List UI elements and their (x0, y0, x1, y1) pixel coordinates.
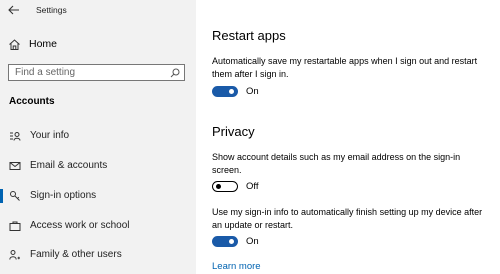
sidebar-item-label: Email & accounts (30, 160, 108, 171)
search-icon[interactable] (170, 68, 180, 78)
restart-apps-heading: Restart apps (212, 28, 286, 43)
learn-more-link[interactable]: Learn more (212, 261, 261, 272)
sidebar-item-label: Family & other users (30, 249, 122, 260)
window-title: Settings (36, 5, 67, 15)
person-card-icon (10, 132, 21, 141)
sidebar-item-label: Sign-in options (30, 190, 97, 201)
privacy-heading: Privacy (212, 124, 255, 139)
mail-icon (9, 162, 21, 170)
home-icon (9, 39, 20, 50)
key-icon (10, 191, 20, 201)
toggle-knob (216, 183, 221, 189)
home-nav-item[interactable]: Home (0, 36, 196, 54)
search-input[interactable]: Find a setting (8, 64, 185, 81)
account-details-toggle-state: Off (246, 181, 259, 192)
sidebar-item-email-accounts[interactable]: Email & accounts (0, 156, 196, 176)
main-content: Restart apps Automatically save my resta… (196, 0, 500, 274)
back-button[interactable] (6, 3, 22, 17)
signin-info-toggle-state: On (246, 236, 259, 247)
restart-apps-toggle[interactable] (212, 86, 238, 97)
sidebar-item-label: Your info (30, 130, 70, 141)
toggle-knob (229, 238, 234, 244)
home-label: Home (29, 38, 58, 50)
account-details-description: Show account details such as my email ad… (212, 152, 461, 175)
signin-info-toggle[interactable] (212, 236, 238, 247)
sidebar: Settings Home Find a setting Accounts Yo… (0, 0, 196, 274)
sidebar-item-your-info[interactable]: Your info (0, 126, 196, 146)
title-bar: Settings (0, 0, 196, 22)
restart-apps-description: Automatically save my restartable apps w… (212, 56, 478, 79)
account-details-toggle[interactable] (212, 181, 238, 192)
toggle-knob (229, 88, 234, 94)
back-arrow-icon (8, 5, 19, 15)
briefcase-icon (9, 221, 21, 231)
sidebar-item-access-work-school[interactable]: Access work or school (0, 216, 196, 236)
sidebar-item-sign-in-options[interactable]: Sign-in options (0, 186, 196, 206)
signin-info-description: Use my sign-in info to automatically fin… (212, 207, 483, 230)
sidebar-item-family-other-users[interactable]: Family & other users (0, 245, 196, 265)
section-title: Accounts (9, 96, 55, 107)
sidebar-item-label: Access work or school (30, 220, 130, 231)
people-icon (9, 250, 20, 260)
selection-indicator (0, 189, 3, 203)
search-placeholder: Find a setting (15, 67, 76, 78)
restart-apps-toggle-state: On (246, 86, 259, 97)
